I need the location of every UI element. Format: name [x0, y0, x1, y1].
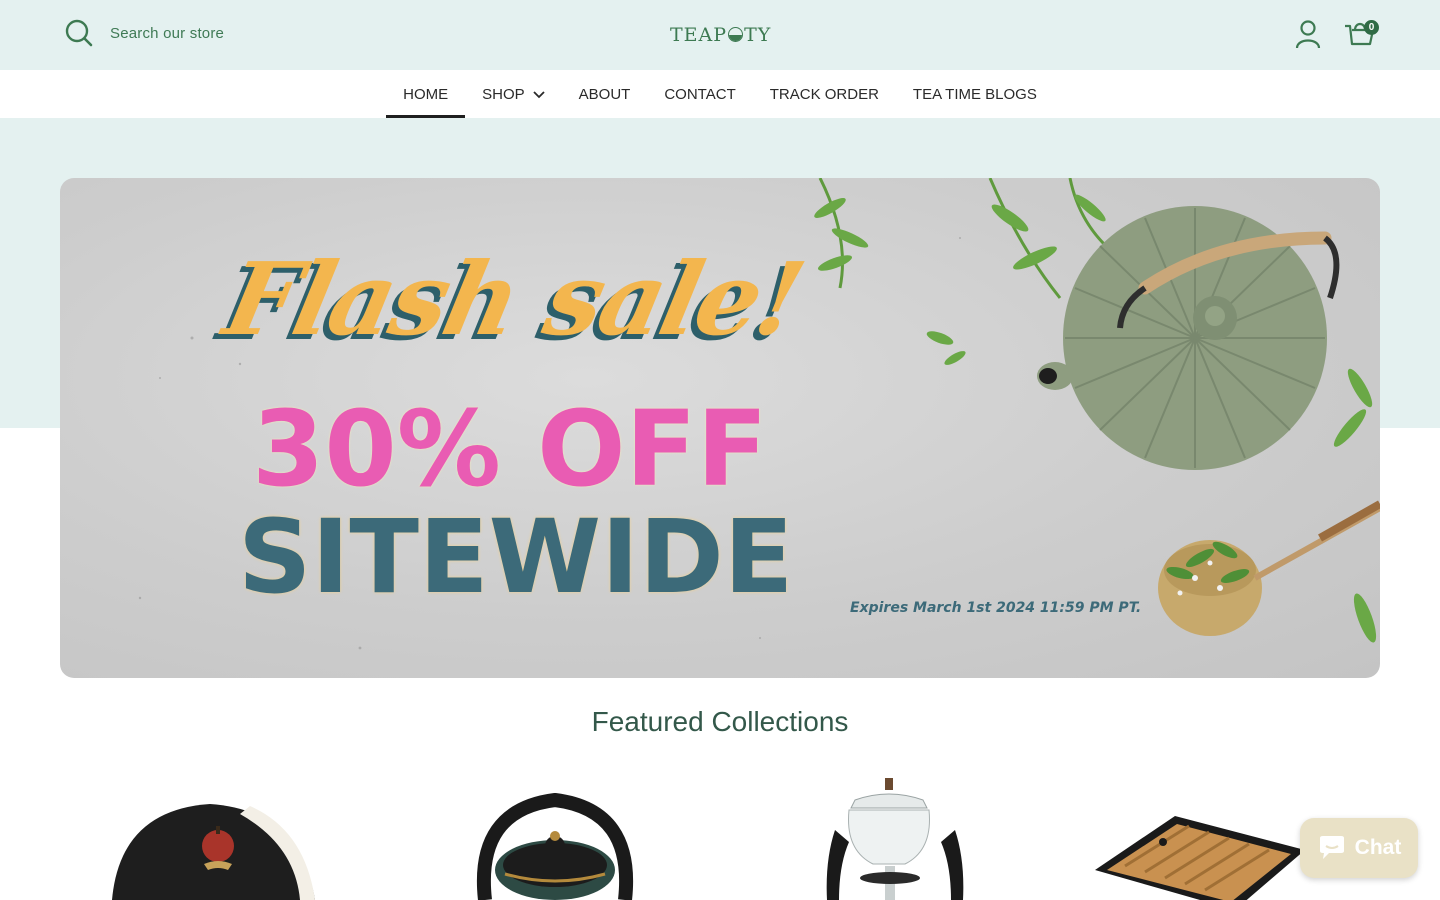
nav-label-shop: SHOP — [482, 85, 525, 103]
logo-text-left: TEAP — [670, 24, 728, 46]
collection-image-4[interactable] — [1085, 770, 1315, 900]
account-icon[interactable] — [1292, 18, 1324, 50]
store-logo[interactable]: TEAP TY — [670, 24, 771, 46]
nav-label-about: ABOUT — [578, 85, 631, 103]
search-icon[interactable] — [64, 18, 94, 48]
nav-label-contact: CONTACT — [664, 85, 736, 103]
chat-label: Chat — [1354, 836, 1402, 859]
featured-collections-grid — [0, 770, 1440, 900]
collection-image-3[interactable] — [815, 770, 975, 900]
featured-collections-heading: Featured Collections — [591, 706, 849, 737]
nav-item-tea-time-blogs[interactable]: TEA TIME BLOGS — [896, 70, 1054, 118]
nav-label-track-order: TRACK ORDER — [769, 85, 879, 103]
collection-image-1[interactable] — [100, 770, 330, 900]
logo-mark-icon — [728, 27, 744, 42]
hero-headline: Flash sale! — [215, 240, 812, 358]
chevron-down-icon — [533, 91, 545, 99]
chat-button[interactable]: Chat — [1300, 818, 1418, 878]
top-header: Search our store TEAP TY 0 — [0, 0, 1440, 70]
hero-discount: 30% OFF — [252, 388, 768, 510]
chat-bubble-icon — [1319, 836, 1344, 859]
main-navigation: HOME SHOP ABOUT CONTACT TRACK ORDER TEA … — [0, 70, 1440, 118]
nav-item-shop[interactable]: SHOP — [465, 70, 562, 118]
cart-count-badge: 0 — [1364, 20, 1379, 35]
nav-label-tea-time-blogs: TEA TIME BLOGS — [912, 85, 1037, 103]
search-placeholder[interactable]: Search our store — [110, 25, 224, 42]
nav-item-contact[interactable]: CONTACT — [647, 70, 752, 118]
nav-item-home[interactable]: HOME — [386, 70, 466, 118]
hero-expiry: Expires March 1st 2024 11:59 PM PT. — [850, 600, 1142, 616]
logo-text-right: TY — [744, 24, 772, 46]
nav-item-track-order[interactable]: TRACK ORDER — [753, 70, 896, 118]
nav-label-home: HOME — [403, 85, 449, 103]
hero-scope: SITEWIDE — [238, 498, 794, 617]
hero-banner[interactable]: Flash sale! 30% OFF SITEWIDE Expires Mar… — [60, 178, 1380, 678]
search-bar[interactable]: Search our store — [64, 18, 224, 48]
collection-image-2[interactable] — [465, 770, 645, 900]
nav-item-about[interactable]: ABOUT — [562, 70, 648, 118]
